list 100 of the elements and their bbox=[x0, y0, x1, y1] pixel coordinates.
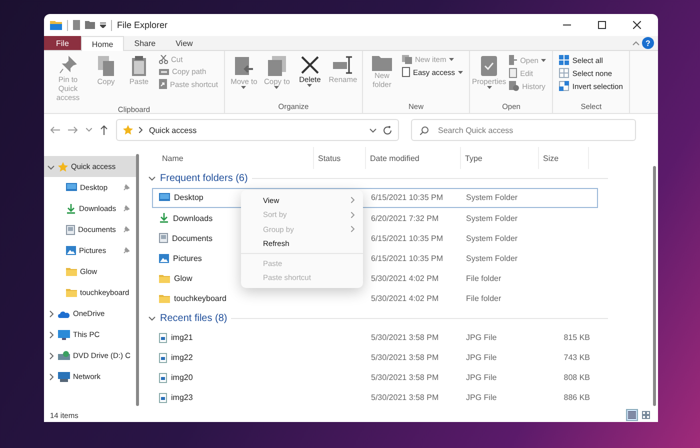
type-cell: File folder bbox=[466, 274, 502, 283]
size-cell: 743 KB bbox=[564, 353, 590, 362]
file-name[interactable]: Desktop bbox=[174, 193, 204, 202]
image-file-icon bbox=[159, 372, 167, 383]
file-name[interactable]: img23 bbox=[171, 393, 193, 402]
date-cell: 6/15/2021 10:35 PM bbox=[371, 193, 444, 202]
monitor-icon bbox=[58, 330, 70, 340]
pushpin-icon bbox=[58, 55, 78, 75]
collapse-chevron-icon bbox=[47, 352, 55, 360]
chevron-down-icon bbox=[369, 126, 377, 134]
type-cell: File folder bbox=[466, 294, 502, 304]
image-file-icon bbox=[159, 352, 167, 363]
maximize-icon bbox=[598, 21, 606, 29]
pin-icon bbox=[123, 184, 130, 191]
window-title: File Explorer bbox=[117, 20, 168, 30]
folder-copy-icon bbox=[266, 55, 287, 77]
tiles-view-icon bbox=[642, 411, 650, 419]
star-icon bbox=[123, 125, 133, 135]
close-x-icon bbox=[300, 55, 320, 75]
column-header[interactable]: Date modified bbox=[366, 147, 461, 169]
download-arrow-icon bbox=[66, 204, 76, 214]
size-cell: 815 KB bbox=[564, 333, 590, 342]
column-header[interactable]: Name bbox=[146, 147, 314, 169]
grid-icon bbox=[559, 55, 570, 65]
type-cell: System Folder bbox=[466, 234, 518, 243]
help-button[interactable]: ? bbox=[642, 37, 654, 49]
star-icon bbox=[58, 162, 68, 172]
history-icon bbox=[509, 81, 520, 91]
chevron-down-icon bbox=[86, 128, 92, 132]
shortcut-icon bbox=[159, 79, 167, 89]
size-cell: 886 KB bbox=[564, 393, 590, 402]
file-name[interactable]: img21 bbox=[171, 333, 193, 342]
scrollbar[interactable] bbox=[136, 154, 139, 406]
column-header[interactable]: Size bbox=[539, 147, 589, 169]
date-cell: 6/15/2021 10:35 PM bbox=[371, 254, 444, 263]
up-button[interactable] bbox=[100, 125, 108, 135]
file-menu-tab[interactable]: File bbox=[44, 36, 81, 50]
file-name[interactable]: touchkeyboard bbox=[174, 294, 226, 304]
size-cell: 808 KB bbox=[564, 373, 590, 382]
picture-icon bbox=[159, 254, 169, 263]
copy-pages-icon bbox=[97, 55, 115, 77]
group-header[interactable]: Frequent folders (6) bbox=[160, 172, 248, 184]
folder-arrow-icon bbox=[234, 55, 254, 77]
recent-locations-button[interactable] bbox=[86, 128, 92, 132]
arrow-up-icon bbox=[100, 125, 108, 135]
date-cell: 5/30/2021 3:58 PM bbox=[371, 373, 439, 382]
file-name[interactable]: img20 bbox=[171, 373, 193, 382]
collapse-chevron-icon bbox=[47, 372, 55, 380]
forward-button[interactable] bbox=[68, 126, 78, 134]
image-file-icon bbox=[159, 332, 167, 343]
date-cell: 5/30/2021 4:02 PM bbox=[371, 274, 439, 283]
document-icon bbox=[159, 233, 168, 244]
view-toggle-button[interactable] bbox=[640, 409, 652, 421]
chevron-right-icon bbox=[139, 127, 143, 133]
type-cell: JPG File bbox=[466, 333, 497, 342]
pin-icon bbox=[123, 226, 130, 233]
collapse-chevron-icon bbox=[47, 330, 55, 338]
type-cell: System Folder bbox=[466, 214, 518, 223]
clipboard-icon bbox=[131, 55, 147, 77]
back-button[interactable] bbox=[50, 126, 60, 134]
file-name[interactable]: Pictures bbox=[173, 254, 202, 263]
path-icon bbox=[159, 68, 169, 76]
address-bar[interactable]: Quick access bbox=[116, 119, 399, 141]
ribbon-tab[interactable]: Share bbox=[124, 36, 166, 50]
file-name[interactable]: Glow bbox=[174, 274, 192, 283]
edit-icon bbox=[509, 68, 518, 78]
ribbon-tab[interactable]: View bbox=[166, 36, 203, 50]
ribbon-tab[interactable]: Home bbox=[80, 36, 124, 51]
view-toggle-button[interactable] bbox=[626, 409, 638, 421]
type-cell: JPG File bbox=[466, 393, 497, 402]
group-header[interactable]: Recent files (8) bbox=[160, 312, 228, 324]
details-view-icon bbox=[628, 411, 636, 419]
folder-icon bbox=[159, 294, 170, 304]
group-chevron-icon bbox=[148, 174, 156, 182]
pin-icon bbox=[123, 247, 130, 254]
arrow-right-icon bbox=[68, 126, 78, 134]
column-header[interactable]: Status bbox=[314, 147, 366, 169]
folder-icon bbox=[159, 274, 170, 283]
search-field[interactable]: Search Quick access bbox=[411, 119, 636, 141]
dropdown-icon bbox=[100, 22, 106, 28]
grid-half-icon bbox=[559, 81, 570, 91]
grid-outline-icon bbox=[559, 68, 570, 78]
file-name[interactable]: img22 bbox=[171, 353, 193, 362]
refresh-icon bbox=[383, 126, 392, 134]
image-file-icon bbox=[159, 392, 167, 403]
date-cell: 6/15/2021 10:35 PM bbox=[371, 234, 444, 243]
file-name[interactable]: Documents bbox=[172, 234, 212, 243]
disc-drive-icon bbox=[58, 351, 70, 360]
file-name[interactable]: Downloads bbox=[173, 214, 213, 223]
network-icon bbox=[58, 372, 70, 382]
cloud-icon bbox=[58, 310, 70, 318]
new-item-icon bbox=[402, 55, 412, 64]
arrow-left-icon bbox=[50, 126, 60, 134]
rename-icon bbox=[332, 55, 354, 75]
column-header[interactable]: Type bbox=[461, 147, 539, 169]
folder-icon bbox=[66, 267, 77, 276]
folder-icon bbox=[85, 21, 95, 29]
chevron-up-icon bbox=[632, 40, 640, 46]
scrollbar[interactable] bbox=[653, 166, 656, 406]
pin-icon bbox=[123, 205, 130, 212]
